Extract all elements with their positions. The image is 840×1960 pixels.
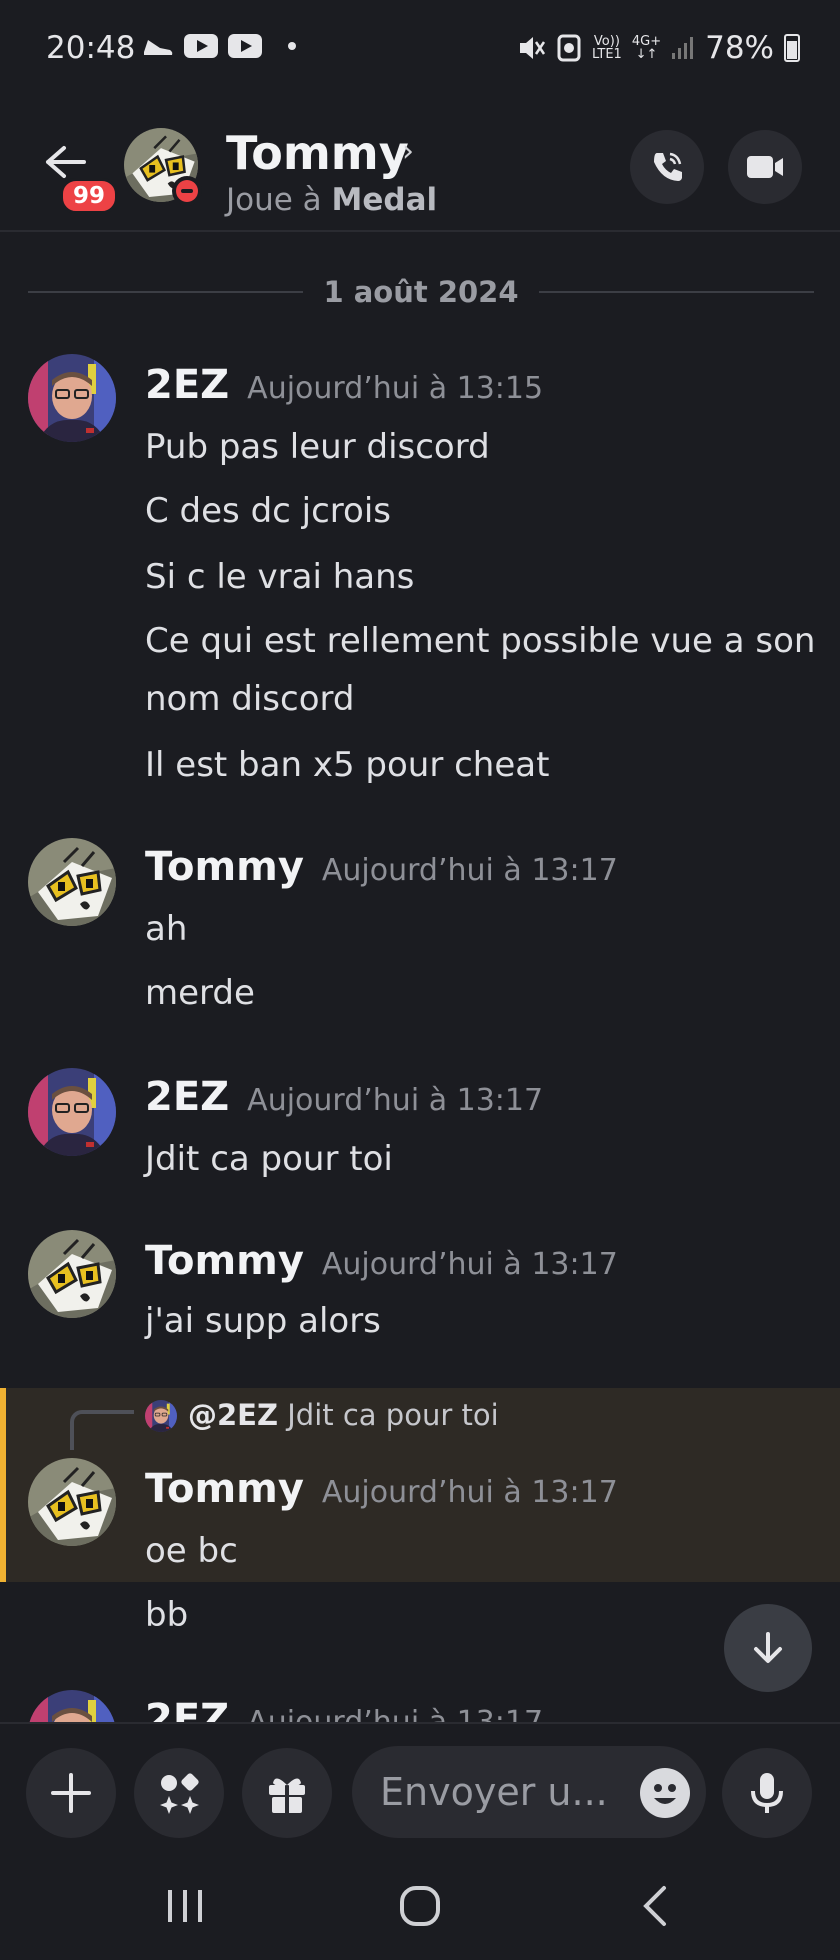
avatar[interactable] — [28, 1458, 116, 1546]
add-attachment-button[interactable] — [26, 1748, 116, 1838]
reply-avatar — [145, 1400, 177, 1432]
message-text[interactable]: Jdit ca pour toi — [145, 1130, 393, 1188]
unread-badge: 99 — [60, 178, 119, 214]
android-navigation-bar — [0, 1852, 840, 1960]
status-time: 20:48 — [46, 30, 136, 66]
message-text[interactable]: Ce qui est rellement possible vue a son — [145, 612, 815, 670]
message-text[interactable]: Il est ban x5 pour cheat — [145, 736, 549, 794]
youtube-icon — [228, 34, 262, 58]
message-timestamp: Aujourd’hui à 13:17 — [321, 853, 618, 888]
message-author[interactable]: Tommy Aujourd’hui à 13:17 — [145, 1466, 618, 1512]
message-author[interactable]: 2EZ Aujourd’hui à 13:15 — [145, 362, 543, 408]
message-text[interactable]: bb — [145, 1586, 188, 1644]
jump-to-bottom-button[interactable] — [724, 1604, 812, 1692]
signal-icon — [672, 37, 694, 59]
notification-icons — [142, 34, 296, 58]
sneaker-icon — [144, 40, 173, 55]
emoji-picker-icon[interactable] — [640, 1768, 690, 1818]
home-icon[interactable] — [398, 1884, 442, 1928]
message-composer: Envoyer u... — [0, 1722, 840, 1852]
message-timestamp: Aujourd’hui à 13:15 — [247, 371, 544, 406]
back-nav-icon[interactable] — [638, 1884, 672, 1928]
message-text[interactable]: j'ai supp alors — [145, 1292, 381, 1350]
message-timestamp: Aujourd’hui à 13:17 — [321, 1247, 618, 1282]
chat-header: 99 Tommy › Joue à Medal — [0, 100, 840, 232]
phone-icon — [654, 152, 682, 181]
reply-connector — [70, 1410, 134, 1450]
message-input-placeholder: Envoyer u... — [380, 1770, 608, 1814]
data-indicator: 4G+ ↓↑ — [631, 34, 662, 62]
arrow-down-icon — [754, 1632, 782, 1663]
message-timestamp: Aujourd’hui à 13:17 — [321, 1475, 618, 1510]
message-text[interactable]: merde — [145, 964, 255, 1022]
battery-percent: 78% — [705, 30, 774, 66]
data-saver-icon — [557, 34, 581, 62]
back-arrow-icon[interactable] — [40, 142, 90, 182]
microphone-icon — [751, 1773, 783, 1813]
voice-message-button[interactable] — [722, 1748, 812, 1838]
gift-icon — [269, 1778, 305, 1813]
video-camera-icon — [747, 156, 783, 178]
volte-indicator: Vo)) LTE1 — [591, 34, 622, 62]
apps-button[interactable] — [134, 1748, 224, 1838]
video-call-button[interactable] — [728, 130, 802, 204]
avatar[interactable] — [28, 1230, 116, 1318]
avatar[interactable] — [28, 1068, 116, 1156]
message-author[interactable]: 2EZAujourd’hui à 13:17 — [145, 1696, 543, 1722]
message-author[interactable]: Tommy Aujourd’hui à 13:17 — [145, 844, 618, 890]
mute-icon — [519, 37, 545, 59]
plus-icon — [51, 1773, 91, 1813]
system-icons: Vo)) LTE1 4G+ ↓↑ 78% — [516, 30, 800, 66]
message-input[interactable]: Envoyer u... — [352, 1746, 706, 1838]
message-author[interactable]: 2EZAujourd’hui à 13:17 — [145, 1074, 543, 1120]
battery-icon — [784, 34, 800, 62]
do-not-disturb-status-icon — [172, 176, 202, 206]
message-text[interactable]: Pub pas leur discord — [145, 418, 490, 476]
message-text[interactable]: Si c le vrai hans — [145, 548, 414, 606]
message-text[interactable]: oe bc — [145, 1522, 238, 1580]
more-notifications-dot — [288, 42, 296, 50]
recent-apps-icon[interactable] — [164, 1886, 206, 1926]
apps-sparkle-icon — [160, 1773, 199, 1814]
avatar[interactable] — [28, 838, 116, 926]
message-group-partial: 2EZAujourd’hui à 13:17 — [0, 1680, 840, 1722]
message-timestamp: Aujourd’hui à 13:17 — [247, 1083, 544, 1118]
message-text[interactable]: C des dc jcrois — [145, 482, 391, 540]
channel-title[interactable]: Tommy — [226, 126, 409, 180]
message-author[interactable]: Tommy Aujourd’hui à 13:17 — [145, 1238, 618, 1284]
mention-bar — [0, 1388, 6, 1582]
avatar[interactable] — [28, 1690, 116, 1722]
date-divider: 1 août 2024 — [28, 272, 814, 312]
chevron-right-icon[interactable]: › — [402, 134, 414, 169]
avatar[interactable] — [28, 354, 116, 442]
status-bar: 20:48 Vo)) LTE1 4G+ ↓↑ 78% — [0, 0, 840, 100]
message-text[interactable]: nom discord — [145, 670, 354, 728]
gift-button[interactable] — [242, 1748, 332, 1838]
message-text[interactable]: ah — [145, 900, 187, 958]
youtube-icon — [184, 34, 218, 58]
voice-call-button[interactable] — [630, 130, 704, 204]
activity-status: Joue à Medal — [226, 182, 438, 218]
reply-preview[interactable]: @2EZ Jdit ca pour toi — [188, 1398, 499, 1432]
date-divider-label: 1 août 2024 — [323, 275, 519, 309]
message-timestamp: Aujourd’hui à 13:17 — [247, 1705, 543, 1722]
smiley-icon — [654, 1784, 676, 1804]
